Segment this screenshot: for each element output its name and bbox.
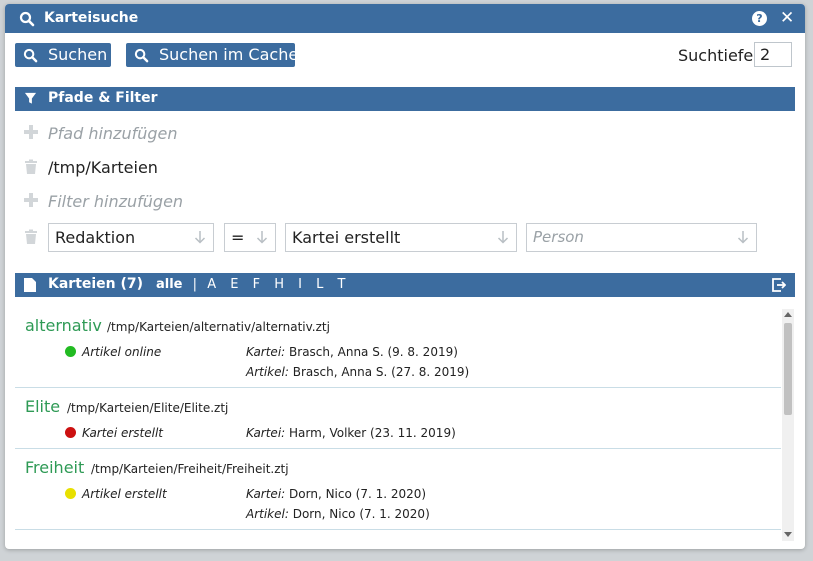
entry-meta-label: Kartei: <box>246 487 286 501</box>
list-item: Freiheit /tmp/Karteien/Freiheit/Freiheit… <box>15 449 781 530</box>
search-depth-label: Suchtiefe <box>678 46 754 65</box>
letter-filter-separator: | <box>192 277 198 292</box>
arrow-down-icon <box>256 231 268 244</box>
entry-meta-value: Harm, Volker (23. 11. 2019) <box>289 426 456 440</box>
entry-meta-label: Kartei: <box>246 426 286 440</box>
entry-status: Artikel erstellt <box>82 487 167 501</box>
entry-meta-value: Brasch, Anna S. (27. 8. 2019) <box>292 365 470 379</box>
list-item: Elite /tmp/Karteien/Elite/Elite.ztj Kart… <box>15 388 781 449</box>
arrow-down-icon <box>194 231 206 244</box>
letter-filter-item[interactable]: F <box>253 277 260 292</box>
results-title: Karteien (7) <box>48 276 144 292</box>
letter-filter-item[interactable]: L <box>316 277 323 292</box>
export-icon[interactable] <box>772 278 786 292</box>
search-button-label: Suchen <box>48 45 108 64</box>
entry-status: Artikel online <box>82 345 162 359</box>
filter-field-select[interactable]: Redaktion <box>48 223 214 252</box>
search-icon <box>19 11 35 27</box>
entry-name[interactable]: Freiheit <box>25 458 84 477</box>
letter-filter-all[interactable]: alle <box>156 277 183 292</box>
search-cache-button-label: Suchen im Cache <box>159 45 299 64</box>
results-scrollbar[interactable] <box>782 309 794 541</box>
status-dot <box>65 427 76 438</box>
filter-value-select[interactable]: Kartei erstellt <box>285 223 517 252</box>
plus-icon[interactable] <box>23 124 39 140</box>
letter-filter-item[interactable]: E <box>230 277 238 292</box>
document-icon <box>24 278 36 292</box>
plus-icon[interactable] <box>23 192 39 208</box>
entry-meta-label: Artikel: <box>246 365 289 379</box>
entry-path: /tmp/Karteien/alternativ/alternativ.ztj <box>107 320 330 334</box>
paths-filter-title: Pfade & Filter <box>48 90 158 106</box>
search-button[interactable]: Suchen <box>15 43 111 67</box>
results-header: Karteien (7) alle | A E F H I L T <box>15 273 795 297</box>
entry-meta-label: Kartei: <box>246 345 286 359</box>
filter-person-select[interactable]: Person <box>526 223 757 252</box>
add-filter-link[interactable]: Filter hinzufügen <box>48 192 183 211</box>
letter-filter-item[interactable]: H <box>274 277 284 292</box>
entry-meta-value: Dorn, Nico (7. 1. 2020) <box>292 507 430 521</box>
entry-meta-value: Brasch, Anna S. (9. 8. 2019) <box>289 345 458 359</box>
entry-meta-label: Artikel: <box>246 507 289 521</box>
scrollbar-thumb[interactable] <box>784 323 792 415</box>
search-icon <box>134 48 149 63</box>
add-path-link[interactable]: Pfad hinzufügen <box>48 124 178 143</box>
filter-icon <box>24 92 37 104</box>
entry-meta: Artikel: Brasch, Anna S. (27. 8. 2019) <box>246 365 469 379</box>
filter-field-value: Redaktion <box>55 228 136 247</box>
search-icon <box>23 48 38 63</box>
scroll-up-icon[interactable] <box>784 312 792 317</box>
entry-meta-value: Dorn, Nico (7. 1. 2020) <box>289 487 427 501</box>
status-dot <box>65 346 76 357</box>
letter-filter-item[interactable]: I <box>298 277 302 292</box>
trash-icon[interactable] <box>23 159 39 175</box>
filter-person-placeholder: Person <box>533 228 584 246</box>
path-entry: /tmp/Karteien <box>48 158 158 177</box>
karteisuche-window: Karteisuche ? ✕ Suchen Suchen im Cache S… <box>5 4 805 549</box>
entry-path: /tmp/Karteien/Freiheit/Freiheit.ztj <box>91 462 289 476</box>
letter-filter: alle | A E F H I L T <box>156 277 355 292</box>
paths-filter-header[interactable]: Pfade & Filter <box>15 87 795 111</box>
arrow-down-icon <box>737 231 749 244</box>
entry-status: Kartei erstellt <box>82 426 163 440</box>
title-bar: Karteisuche ? ✕ <box>5 4 805 33</box>
entry-meta: Kartei: Brasch, Anna S. (9. 8. 2019) <box>246 345 458 359</box>
entry-meta: Kartei: Dorn, Nico (7. 1. 2020) <box>246 487 426 501</box>
entry-name[interactable]: alternativ <box>25 316 102 335</box>
arrow-down-icon <box>497 231 509 244</box>
search-cache-button[interactable]: Suchen im Cache <box>126 43 299 67</box>
scroll-down-icon[interactable] <box>784 532 792 537</box>
window-title: Karteisuche <box>44 10 139 26</box>
results-list: alternativ /tmp/Karteien/alternativ/alte… <box>15 307 781 547</box>
entry-name[interactable]: Elite <box>25 397 60 416</box>
filter-operator-value: = <box>231 228 245 247</box>
letter-filter-item[interactable]: T <box>338 277 346 292</box>
status-dot <box>65 488 76 499</box>
close-icon[interactable]: ✕ <box>780 8 794 28</box>
filter-operator-select[interactable]: = <box>224 223 276 252</box>
entry-path: /tmp/Karteien/Elite/Elite.ztj <box>67 401 229 415</box>
list-item: alternativ /tmp/Karteien/alternativ/alte… <box>15 307 781 388</box>
letter-filter-item[interactable]: A <box>207 277 216 292</box>
entry-meta: Artikel: Dorn, Nico (7. 1. 2020) <box>246 507 430 521</box>
filter-value-value: Kartei erstellt <box>292 228 401 247</box>
search-depth-input[interactable]: 2 <box>754 42 792 67</box>
trash-icon[interactable] <box>23 229 39 245</box>
entry-meta: Kartei: Harm, Volker (23. 11. 2019) <box>246 426 456 440</box>
help-icon[interactable]: ? <box>752 11 767 26</box>
